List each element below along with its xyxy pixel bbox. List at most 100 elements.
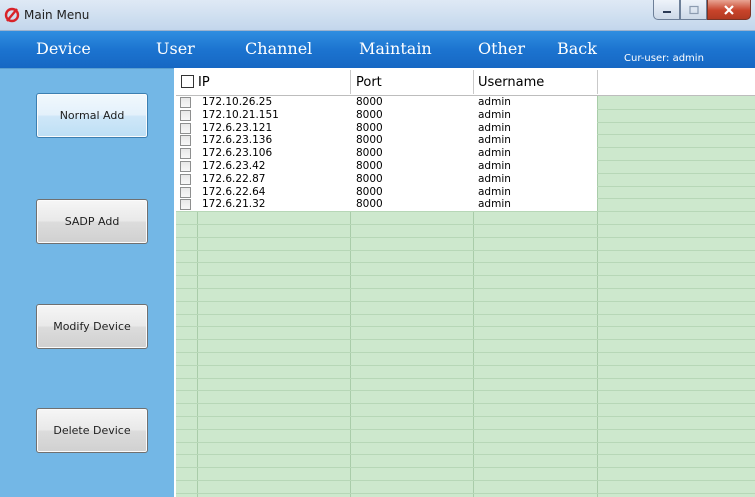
menu-bar: Device User Channel Maintain Other Back … (0, 31, 755, 68)
cell-ip: 172.10.21.151 (202, 108, 279, 121)
menu-channel[interactable]: Channel (245, 39, 312, 58)
table-row[interactable]: 172.6.23.106 8000 admin (176, 147, 755, 160)
cell-ip: 172.6.23.106 (202, 147, 273, 160)
grid-row-line (176, 236, 755, 238)
menu-maintain[interactable]: Maintain (359, 39, 432, 58)
cell-port: 8000 (356, 96, 383, 108)
normal-add-button[interactable]: Normal Add (36, 93, 148, 138)
minimize-icon (662, 10, 671, 13)
cell-ip: 172.6.23.121 (202, 121, 273, 134)
menu-other[interactable]: Other (478, 39, 525, 58)
grid-row-line (176, 249, 755, 251)
cell-port: 8000 (356, 172, 383, 185)
window-controls (653, 0, 751, 20)
table-row[interactable]: 172.6.22.87 8000 admin (176, 172, 755, 186)
cell-username: admin (478, 185, 511, 198)
cell-port: 8000 (356, 198, 383, 211)
grid-row-line (176, 352, 755, 353)
close-button[interactable] (707, 0, 751, 20)
row-checkbox[interactable] (180, 109, 191, 121)
table-row[interactable]: 172.6.23.136 8000 admin (176, 134, 755, 148)
cell-port: 8000 (356, 121, 383, 134)
table-row[interactable]: 172.10.21.151 8000 admin (176, 108, 755, 122)
cell-username: admin (478, 108, 511, 121)
row-checkbox[interactable] (180, 186, 191, 198)
table-row[interactable]: 172.6.23.42 8000 admin (176, 159, 755, 173)
grid-row-line (176, 377, 755, 379)
menu-user[interactable]: User (156, 39, 195, 58)
cell-username: admin (478, 159, 511, 172)
menu-back[interactable]: Back (557, 39, 597, 58)
grid-row-line (176, 262, 755, 264)
app-logo-icon (4, 7, 20, 23)
grid-row-line (176, 467, 755, 469)
table-row[interactable]: 172.6.22.64 8000 admin (176, 185, 755, 199)
row-checkbox[interactable] (180, 160, 191, 172)
cell-ip: 172.10.26.25 (202, 96, 273, 108)
grid-row-line (176, 403, 755, 405)
row-checkbox[interactable] (180, 97, 191, 108)
grid-row-line (176, 364, 755, 366)
modify-device-button[interactable]: Modify Device (36, 304, 148, 349)
cell-username: admin (478, 121, 511, 134)
cell-username: admin (478, 96, 511, 108)
grid-row-line (176, 480, 755, 481)
table-header: IP Port Username (176, 68, 755, 96)
sadp-add-button[interactable]: SADP Add (36, 199, 148, 244)
cell-ip: 172.6.23.136 (202, 134, 273, 147)
grid-row-line (176, 454, 755, 456)
menu-device[interactable]: Device (36, 39, 91, 58)
cell-username: admin (478, 147, 511, 160)
table-row[interactable]: 172.6.21.32 8000 admin (176, 198, 755, 212)
grid-row-line (176, 492, 755, 494)
delete-device-button[interactable]: Delete Device (36, 408, 148, 453)
grid-row-line (176, 275, 755, 277)
maximize-icon (688, 5, 699, 14)
grid-row-line (176, 390, 755, 392)
device-table: IP Port Username 172.10.26.25 8000 admin 1… (176, 68, 755, 497)
cell-ip: 172.6.22.64 (202, 185, 266, 198)
maximize-button[interactable] (680, 0, 707, 20)
column-divider[interactable] (597, 70, 598, 94)
title-bar: Main Menu (0, 0, 755, 31)
minimize-button[interactable] (653, 0, 680, 20)
grid-row-line (176, 224, 755, 225)
cell-port: 8000 (356, 108, 383, 121)
table-row[interactable]: 172.10.26.25 8000 admin (176, 96, 755, 109)
cell-port: 8000 (356, 134, 383, 147)
cell-ip: 172.6.21.32 (202, 198, 266, 211)
row-checkbox[interactable] (180, 199, 191, 211)
grid-row-line (176, 416, 755, 417)
row-checkbox[interactable] (180, 148, 191, 160)
table-row[interactable]: 172.6.23.121 8000 admin (176, 121, 755, 135)
select-all-checkbox[interactable] (181, 75, 194, 88)
column-divider[interactable] (473, 70, 474, 94)
cell-username: admin (478, 198, 511, 211)
grid-row-line (176, 313, 755, 315)
close-icon (724, 4, 734, 15)
row-checkbox[interactable] (180, 135, 191, 147)
cell-port: 8000 (356, 185, 383, 198)
grid-row-line (176, 300, 755, 302)
cell-port: 8000 (356, 147, 383, 160)
current-user-label: Cur-user: admin (624, 53, 704, 64)
row-checkbox[interactable] (180, 122, 191, 134)
column-divider[interactable] (350, 70, 351, 94)
cell-port: 8000 (356, 159, 383, 172)
sidebar: Normal Add SADP Add Modify Device Delete… (0, 68, 174, 497)
window-title: Main Menu (24, 8, 90, 22)
grid-row-line (176, 326, 755, 328)
cell-username: admin (478, 134, 511, 147)
grid-row-line (176, 428, 755, 430)
cell-ip: 172.6.22.87 (202, 172, 266, 185)
cell-username: admin (478, 172, 511, 185)
grid-row-line (176, 441, 755, 443)
cell-ip: 172.6.23.42 (202, 159, 266, 172)
row-checkbox[interactable] (180, 173, 191, 185)
column-header-port[interactable]: Port (356, 68, 382, 96)
grid-row-line (176, 339, 755, 341)
column-header-username[interactable]: Username (478, 68, 544, 96)
column-header-ip[interactable]: IP (198, 68, 210, 96)
table-body: 172.10.26.25 8000 admin 172.10.21.151 8000 a… (176, 96, 755, 212)
grid-row-line (176, 288, 755, 289)
